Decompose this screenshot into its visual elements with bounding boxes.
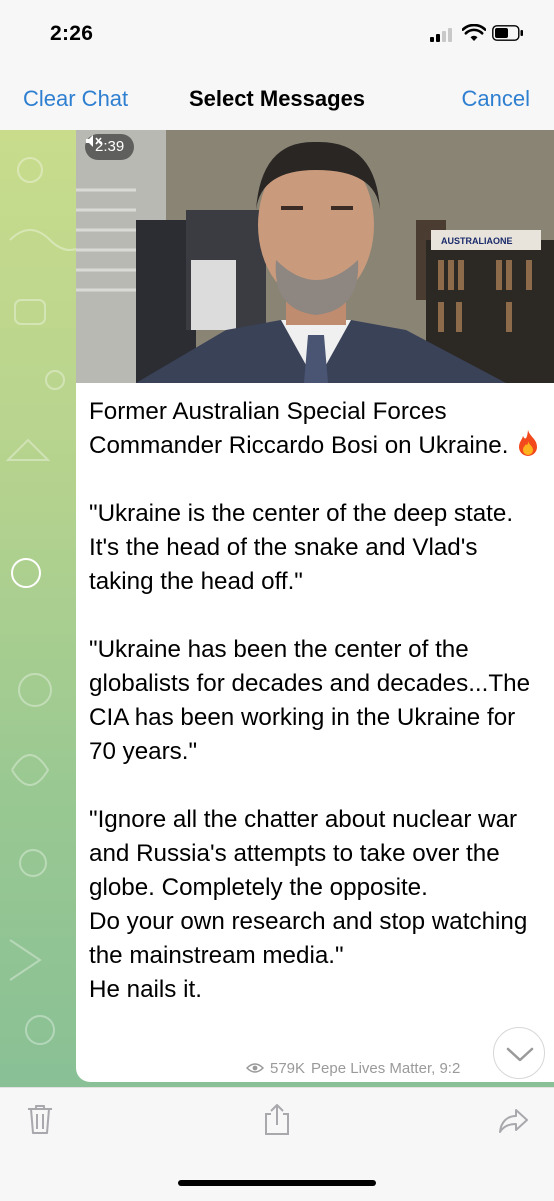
message-bubble[interactable]: AUSTRALIAONE 2:39 Former Australian Spec… [76,130,554,1082]
chat-area: AUSTRALIAONE 2:39 Former Australian Spec… [0,130,554,1087]
muted-icon [86,135,102,147]
cancel-button[interactable]: Cancel [462,86,530,112]
video-duration-badge[interactable]: 2:39 [85,134,135,160]
caption-intro: Former Australian Special Forces Command… [89,398,509,459]
caption-quote-2: "Ukraine has been the center of the glob… [89,636,537,765]
chevron-down-icon [506,1047,534,1062]
caption-quote-1: "Ukraine is the center of the deep state… [89,500,520,595]
share-icon[interactable] [261,1102,293,1136]
home-indicator [178,1180,376,1186]
scroll-down-button[interactable] [493,1027,545,1079]
eye-icon [246,1063,264,1073]
message-author-time: Pepe Lives Matter, 9:2 [311,1059,461,1077]
nav-bar: Select Messages Clear Chat Cancel [0,70,554,130]
watermark-label: AUSTRALIAONE [441,236,513,246]
video-thumbnail[interactable]: AUSTRALIAONE 2:39 [76,130,554,383]
status-time: 2:26 [50,22,94,45]
select-message-checkbox[interactable] [11,558,41,588]
wifi-icon [462,24,486,41]
battery-icon [492,25,523,41]
signal-icon [430,26,454,42]
forward-icon[interactable] [498,1102,530,1136]
fire-emoji-icon [519,430,538,456]
caption-quote-3: "Ignore all the chatter about nuclear wa… [89,806,528,1003]
clear-chat-button[interactable]: Clear Chat [23,86,128,112]
chat-wallpaper [5,157,80,1045]
view-count: 579K [270,1059,306,1077]
trash-icon[interactable] [24,1102,56,1136]
message-text: Former Australian Special Forces Command… [89,395,544,1007]
status-bar: 2:26 [0,0,554,70]
